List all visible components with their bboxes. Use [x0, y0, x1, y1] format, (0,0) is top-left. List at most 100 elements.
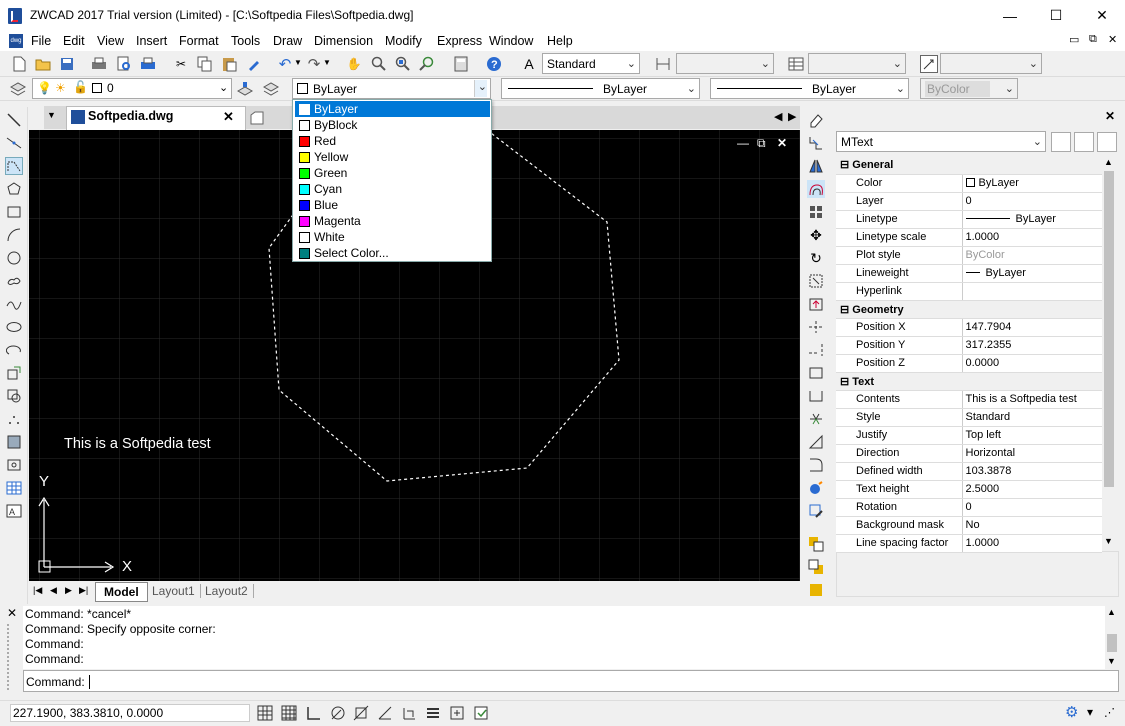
property-value[interactable]: This is a Softpedia test — [962, 390, 1102, 409]
maximize-button[interactable]: ☐ — [1033, 0, 1079, 31]
color-option[interactable]: Cyan — [295, 181, 490, 197]
property-row[interactable]: Text height 2.5000 — [836, 480, 1102, 499]
layout-first-icon[interactable]: |◀ — [33, 585, 42, 596]
menu-dimension[interactable]: Dimension — [314, 34, 373, 48]
point-icon[interactable] — [5, 410, 23, 428]
send-to-back-icon[interactable] — [807, 558, 825, 576]
dynamic-ucs-icon[interactable] — [400, 704, 418, 722]
command-scrollbar[interactable]: ▲ ▼ — [1105, 606, 1119, 669]
open-icon[interactable] — [34, 55, 52, 73]
ortho-mode-icon[interactable] — [304, 704, 322, 722]
document-icon[interactable]: dwg — [9, 34, 23, 48]
scroll-thumb[interactable] — [1104, 171, 1114, 487]
viewport-restore-icon[interactable]: ⧉ — [757, 136, 766, 151]
tab-close-icon[interactable]: ✕ — [223, 109, 234, 125]
join-icon[interactable] — [807, 410, 825, 428]
toggle-pickadd-icon[interactable] — [1051, 132, 1071, 152]
property-value[interactable] — [962, 282, 1102, 301]
color-option[interactable]: Blue — [295, 197, 490, 213]
object-snap-tracking-icon[interactable] — [376, 704, 394, 722]
command-input[interactable]: Command: — [23, 670, 1119, 692]
polar-tracking-icon[interactable] — [328, 704, 346, 722]
property-row[interactable]: Color ByLayer — [836, 174, 1102, 193]
object-type-select[interactable]: MText ⌄ — [836, 131, 1046, 152]
command-window-grip[interactable] — [7, 624, 13, 690]
property-row[interactable]: Justify Top left — [836, 426, 1102, 445]
property-row[interactable]: Hyperlink — [836, 282, 1102, 301]
command-window-close-icon[interactable]: ✕ — [7, 606, 17, 620]
break-at-point-icon[interactable] — [807, 364, 825, 382]
menu-modify[interactable]: Modify — [385, 34, 422, 48]
make-current-layer-icon[interactable] — [236, 80, 254, 98]
tab-model[interactable]: Model — [95, 582, 148, 602]
dim-style-icon[interactable] — [654, 55, 672, 73]
color-option[interactable]: Magenta — [295, 213, 490, 229]
property-row[interactable]: Style Standard — [836, 408, 1102, 427]
chamfer-icon[interactable] — [807, 433, 825, 451]
help-icon[interactable]: ? — [485, 55, 503, 73]
menu-view[interactable]: View — [97, 34, 124, 48]
xline-icon[interactable] — [5, 134, 23, 152]
property-value[interactable]: 1.0000 — [962, 534, 1102, 553]
rotate-icon[interactable]: ↻ — [807, 249, 825, 267]
property-row[interactable]: Linetype ByLayer — [836, 210, 1102, 229]
doc-minimize-icon[interactable]: ▭ — [1069, 33, 1079, 46]
property-row[interactable]: Defined width 103.3878 — [836, 462, 1102, 481]
collapse-icon[interactable]: ⊟ — [840, 376, 852, 388]
layout-prev-icon[interactable]: ◀ — [50, 585, 57, 596]
property-row[interactable]: Background mask No — [836, 516, 1102, 535]
revcloud-icon[interactable] — [5, 272, 23, 290]
property-value[interactable]: No — [962, 516, 1102, 535]
collapse-icon[interactable]: ⊟ — [840, 304, 852, 316]
offset-icon[interactable] — [807, 180, 825, 198]
match-properties-icon[interactable] — [245, 55, 263, 73]
plotstyle-select[interactable]: ByColor ⌄ — [920, 78, 1018, 99]
calculator-icon[interactable] — [452, 55, 470, 73]
doc-restore-icon[interactable]: ⧉ — [1089, 33, 1097, 46]
layer-manager-icon[interactable] — [9, 80, 27, 98]
property-row[interactable]: Contents This is a Softpedia test — [836, 390, 1102, 409]
cmd-scroll-down-icon[interactable]: ▼ — [1107, 656, 1116, 666]
scale-icon[interactable] — [807, 272, 825, 290]
properties-close-icon[interactable]: ✕ — [1105, 109, 1115, 123]
property-value[interactable]: Top left — [962, 426, 1102, 445]
cut-icon[interactable]: ✂ — [172, 55, 190, 73]
insert-block-icon[interactable] — [5, 364, 23, 382]
redo-dropdown-icon[interactable]: ▼ — [323, 58, 331, 67]
save-icon[interactable] — [58, 55, 76, 73]
minimize-button[interactable]: — — [987, 0, 1033, 31]
trim-icon[interactable] — [807, 318, 825, 336]
property-row[interactable]: Position Z 0.0000 — [836, 354, 1102, 373]
fillet-icon[interactable] — [807, 456, 825, 474]
polygon-icon[interactable] — [5, 180, 23, 198]
stretch-icon[interactable] — [807, 295, 825, 313]
properties-scrollbar[interactable]: ▲ ▼ — [1101, 157, 1115, 549]
tab-scroll-left-icon[interactable]: ◀ — [774, 110, 782, 123]
ellipse-icon[interactable] — [5, 318, 23, 336]
text-style-select[interactable]: Standard ⌄ — [542, 53, 640, 74]
color-option[interactable]: Yellow — [295, 149, 490, 165]
collapse-icon[interactable]: ⊟ — [840, 159, 852, 171]
cmd-scroll-up-icon[interactable]: ▲ — [1107, 607, 1116, 617]
region-icon[interactable] — [5, 456, 23, 474]
property-row[interactable]: Rotation 0 — [836, 498, 1102, 517]
property-value[interactable]: 0.0000 — [962, 354, 1102, 373]
dynamic-input-icon[interactable] — [448, 704, 466, 722]
color-option[interactable]: ByLayer — [295, 101, 490, 117]
quick-select-icon[interactable] — [1097, 132, 1117, 152]
snap-mode-icon[interactable] — [256, 704, 274, 722]
explode-icon[interactable] — [807, 479, 825, 497]
layer-previous-icon[interactable] — [262, 80, 280, 98]
resize-grip-icon[interactable]: ⋰ — [1104, 706, 1115, 719]
menu-insert[interactable]: Insert — [136, 34, 167, 48]
color-select[interactable]: ByLayer ⌄ — [292, 78, 491, 99]
copy-object-icon[interactable] — [807, 134, 825, 152]
table-style-icon[interactable] — [787, 55, 805, 73]
extend-icon[interactable] — [807, 341, 825, 359]
doc-close-icon[interactable]: ✕ — [1108, 33, 1117, 46]
viewport-minimize-icon[interactable]: — — [737, 136, 749, 150]
object-snap-icon[interactable] — [352, 704, 370, 722]
settings-gear-icon[interactable]: ⚙ — [1065, 703, 1078, 721]
property-row[interactable]: Layer 0 — [836, 192, 1102, 211]
property-value[interactable]: ByColor — [962, 246, 1102, 265]
